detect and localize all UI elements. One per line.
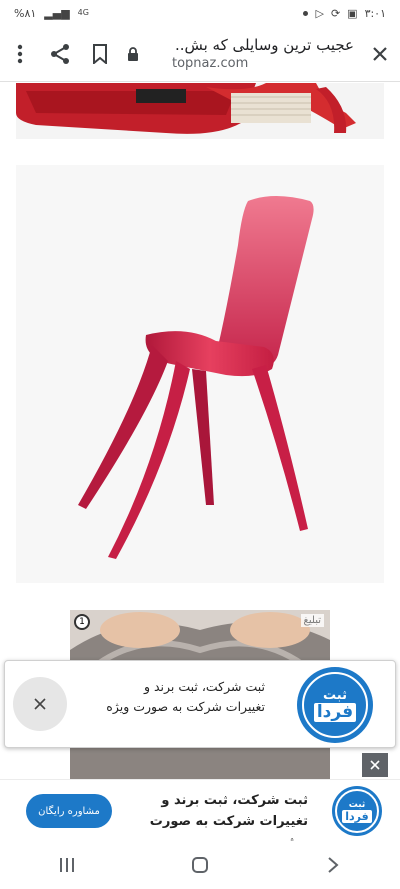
- close-icon: [370, 760, 380, 770]
- chair-image: [16, 165, 384, 583]
- ad-badge: 1: [74, 614, 90, 630]
- back-button[interactable]: [303, 845, 363, 885]
- banner-logo-ring: ثبت فردا: [335, 789, 379, 833]
- battery-text: %۸۱: [14, 6, 37, 20]
- bookmark-icon[interactable]: [80, 32, 120, 76]
- domain-text: topnaz.com: [172, 56, 249, 71]
- banner-logo-line1: ثبت: [348, 799, 366, 810]
- home-button[interactable]: [170, 845, 230, 885]
- play-store-icon: ▷: [315, 6, 324, 20]
- close-icon[interactable]: [360, 32, 400, 76]
- popup-text-line1: ثبت شرکت، ثبت برند و: [143, 679, 265, 694]
- banner-text-line1: ثبت شرکت، ثبت برند و: [161, 793, 308, 808]
- close-icon: [34, 698, 46, 710]
- more-vert-icon[interactable]: [0, 32, 40, 76]
- popup-close-button[interactable]: [13, 677, 67, 731]
- banner-logo: ثبت فردا: [332, 786, 382, 836]
- signal-icon: ▂▄▆: [44, 6, 70, 20]
- recents-button[interactable]: [37, 845, 97, 885]
- free-consult-button[interactable]: مشاوره رایگان: [26, 794, 112, 828]
- browser-toolbar: عجیب ترین وسایلی که بش.. topnaz.com: [0, 26, 400, 82]
- lock-icon: [120, 32, 146, 76]
- clock-time: ۳:۰۱: [364, 6, 386, 20]
- back-icon: [328, 857, 339, 873]
- ad-logo-ring: ثبت فردا: [302, 672, 368, 738]
- share-icon[interactable]: [40, 32, 80, 76]
- banner-logo-line2: فردا: [342, 809, 372, 823]
- ad-dismiss-button[interactable]: [362, 753, 388, 777]
- notification-dot-icon: [303, 10, 309, 16]
- popup-ad-text: ثبت شرکت، ثبت برند و تغییرات شرکت به صور…: [85, 677, 265, 717]
- popup-ad[interactable]: ثبت شرکت، ثبت برند و تغییرات شرکت به صور…: [4, 660, 396, 748]
- logo-line2: فردا: [313, 702, 357, 722]
- network-type: 4G: [77, 8, 89, 17]
- banner-ad[interactable]: مشاوره رایگان ثبت شرکت، ثبت برند و تغییر…: [0, 779, 400, 850]
- bag-image: [16, 83, 384, 139]
- url-block[interactable]: عجیب ترین وسایلی که بش.. topnaz.com: [146, 36, 360, 71]
- ad-label: تبلیغ: [300, 614, 324, 627]
- status-bar: %۸۱ ▂▄▆ 4G ▷ ⟳ ▣ ۳:۰۱: [0, 0, 400, 26]
- ad-logo: ثبت فردا: [297, 667, 373, 743]
- gallery-icon: ▣: [347, 6, 358, 20]
- home-icon: [191, 857, 208, 873]
- system-nav-bar: [0, 841, 400, 889]
- sync-icon: ⟳: [330, 6, 341, 20]
- logo-line1: ثبت: [323, 687, 347, 703]
- popup-text-line2: تغییرات شرکت به صورت ویژه: [106, 699, 265, 714]
- status-right: ▷ ⟳ ▣ ۳:۰۱: [303, 7, 386, 20]
- status-left: %۸۱ ▂▄▆ 4G: [14, 7, 89, 20]
- recents-icon: [59, 858, 74, 872]
- page-title: عجیب ترین وسایلی که بش..: [174, 36, 354, 54]
